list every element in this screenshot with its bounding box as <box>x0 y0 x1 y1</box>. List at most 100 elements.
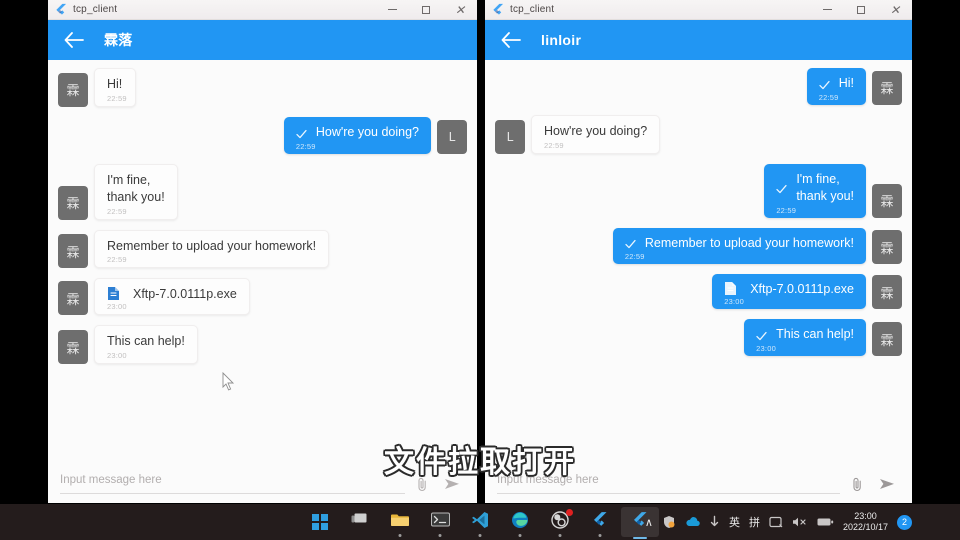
message-row: How're you doing? 22:59 L <box>58 116 467 154</box>
message-text: How're you doing? <box>315 124 419 139</box>
obs-button[interactable] <box>541 507 579 537</box>
close-button[interactable]: ✕ <box>443 0 477 19</box>
notification-badge[interactable]: 2 <box>897 514 912 530</box>
send-arrow-icon[interactable] <box>439 471 465 497</box>
message-timestamp: 23:00 <box>107 351 127 361</box>
send-arrow-icon[interactable] <box>874 471 900 497</box>
edge-button[interactable] <box>501 507 539 537</box>
message-bubble[interactable]: Remember to upload your homework! 22:59 <box>94 229 330 269</box>
security-icon[interactable] <box>662 515 676 529</box>
chat-peer-name: 霖落 <box>104 32 133 48</box>
message-timestamp: 23:00 <box>107 302 127 312</box>
message-timestamp: 22:59 <box>624 252 645 262</box>
vscode-button[interactable] <box>461 507 499 537</box>
chat-message-list-right[interactable]: Hi! 22:59 霖 L How're you doing? 22:59 I'm fine… <box>485 60 912 465</box>
message-input-bar[interactable] <box>485 465 912 503</box>
message-bubble[interactable]: Hi! 22:59 <box>806 68 866 105</box>
flutter-logo-icon <box>54 3 68 17</box>
volume-mute-icon[interactable] <box>792 516 808 528</box>
avatar[interactable]: 霖 <box>58 72 88 107</box>
running-indicator <box>558 534 562 537</box>
message-row: 霖 Xftp-7.0.0111p.exe 23:00 <box>58 278 467 316</box>
message-timestamp: 22:59 <box>818 92 839 102</box>
avatar[interactable]: L <box>437 119 467 154</box>
onedrive-icon[interactable] <box>685 516 700 528</box>
flutter-logo-icon <box>491 3 505 17</box>
avatar[interactable]: 霖 <box>58 281 88 316</box>
message-sent-check-icon <box>625 237 636 249</box>
paperclip-icon[interactable] <box>844 471 870 497</box>
window-tcp-client-left[interactable]: tcp_client ✕ 霖落 霖 Hi! 22:59 How're you doin… <box>48 0 477 503</box>
avatar[interactable]: 霖 <box>872 183 902 218</box>
titlebar[interactable]: tcp_client ✕ <box>485 0 912 20</box>
message-row: Xftp-7.0.0111p.exe 23:00 霖 <box>495 274 902 310</box>
avatar[interactable]: 霖 <box>872 275 902 310</box>
avatar[interactable]: 霖 <box>58 185 88 220</box>
paperclip-icon[interactable] <box>409 471 435 497</box>
file-message-bubble[interactable]: Xftp-7.0.0111p.exe 23:00 <box>94 278 250 316</box>
running-indicator <box>438 534 442 537</box>
chat-peer-name: linloir <box>541 32 582 48</box>
avatar[interactable]: 霖 <box>872 230 902 265</box>
terminal-button[interactable] <box>421 507 459 537</box>
message-bubble[interactable]: How're you doing? 22:59 <box>283 116 431 154</box>
message-timestamp: 22:59 <box>107 93 127 103</box>
tray-overflow-icon[interactable]: ∧ <box>645 516 653 529</box>
minimize-button[interactable] <box>810 0 844 19</box>
close-button[interactable]: ✕ <box>878 0 912 19</box>
start-button[interactable] <box>301 507 339 537</box>
titlebar[interactable]: tcp_client ✕ <box>48 0 477 20</box>
chat-message-list-left[interactable]: 霖 Hi! 22:59 How're you doing? 22:59 L 霖 I'm fin… <box>48 60 477 465</box>
avatar[interactable]: 霖 <box>872 322 902 357</box>
arrow-left-icon[interactable] <box>54 20 94 60</box>
taskbar-clock[interactable]: 23:00 2022/10/17 <box>843 511 888 534</box>
file-document-icon <box>107 286 120 301</box>
maximize-button[interactable] <box>409 0 443 19</box>
window-tcp-client-right[interactable]: tcp_client ✕ linloir Hi! 22:59 霖 L How're yo… <box>485 0 912 503</box>
message-timestamp: 23:00 <box>756 344 776 354</box>
message-bubble[interactable]: I'm fine, thank you! 22:59 <box>764 163 866 218</box>
avatar[interactable]: L <box>495 119 525 154</box>
message-timestamp: 22:59 <box>544 140 564 150</box>
file-explorer-button[interactable] <box>381 507 419 537</box>
message-bubble[interactable]: I'm fine, thank you! 22:59 <box>94 163 178 220</box>
input-wrap <box>60 465 405 503</box>
ime-tool-icon[interactable] <box>769 516 783 528</box>
screen: tcp_client ✕ 霖落 霖 Hi! 22:59 How're you doin… <box>0 0 960 540</box>
running-indicator <box>598 534 602 537</box>
message-timestamp: 23:00 <box>724 297 744 307</box>
message-text: I'm fine, thank you! <box>796 171 854 203</box>
folder-icon <box>390 512 410 533</box>
message-row: Remember to upload your homework! 22:59 霖 <box>495 227 902 265</box>
flutter-app-1-button[interactable] <box>581 507 619 537</box>
avatar[interactable]: 霖 <box>872 70 902 105</box>
message-timestamp: 22:59 <box>107 255 127 265</box>
edge-icon <box>511 511 529 534</box>
file-message-bubble[interactable]: Xftp-7.0.0111p.exe 23:00 <box>712 274 866 310</box>
message-input[interactable] <box>497 474 840 494</box>
usb-eject-icon[interactable] <box>709 515 720 529</box>
task-view-icon <box>351 512 369 532</box>
message-text: Remember to upload your homework! <box>107 238 317 253</box>
ime-pinyin-label[interactable]: 拼 <box>749 514 760 530</box>
minimize-button[interactable] <box>375 0 409 19</box>
maximize-button[interactable] <box>844 0 878 19</box>
message-bubble[interactable]: Remember to upload your homework! 22:59 <box>612 227 866 265</box>
avatar[interactable]: 霖 <box>58 330 88 365</box>
message-bubble[interactable]: This can help! 23:00 <box>94 325 198 365</box>
message-bubble[interactable]: Hi! 22:59 <box>94 68 136 107</box>
battery-icon[interactable] <box>817 517 834 527</box>
terminal-icon <box>430 512 450 532</box>
message-input-bar[interactable] <box>48 465 477 503</box>
message-bubble[interactable]: How're you doing? 22:59 <box>531 114 661 154</box>
arrow-left-icon[interactable] <box>491 20 531 60</box>
avatar[interactable]: 霖 <box>58 234 88 269</box>
windows-taskbar[interactable]: ∧ 英 拼 23:00 2022/10/17 2 <box>0 504 960 540</box>
ime-mode-label[interactable]: 英 <box>729 514 740 530</box>
message-sent-check-icon <box>756 329 767 341</box>
message-row: 霖 Hi! 22:59 <box>58 68 467 107</box>
task-view-button[interactable] <box>341 507 379 537</box>
running-indicator <box>478 534 482 537</box>
message-bubble[interactable]: This can help! 23:00 <box>744 319 866 357</box>
message-input[interactable] <box>60 474 405 494</box>
